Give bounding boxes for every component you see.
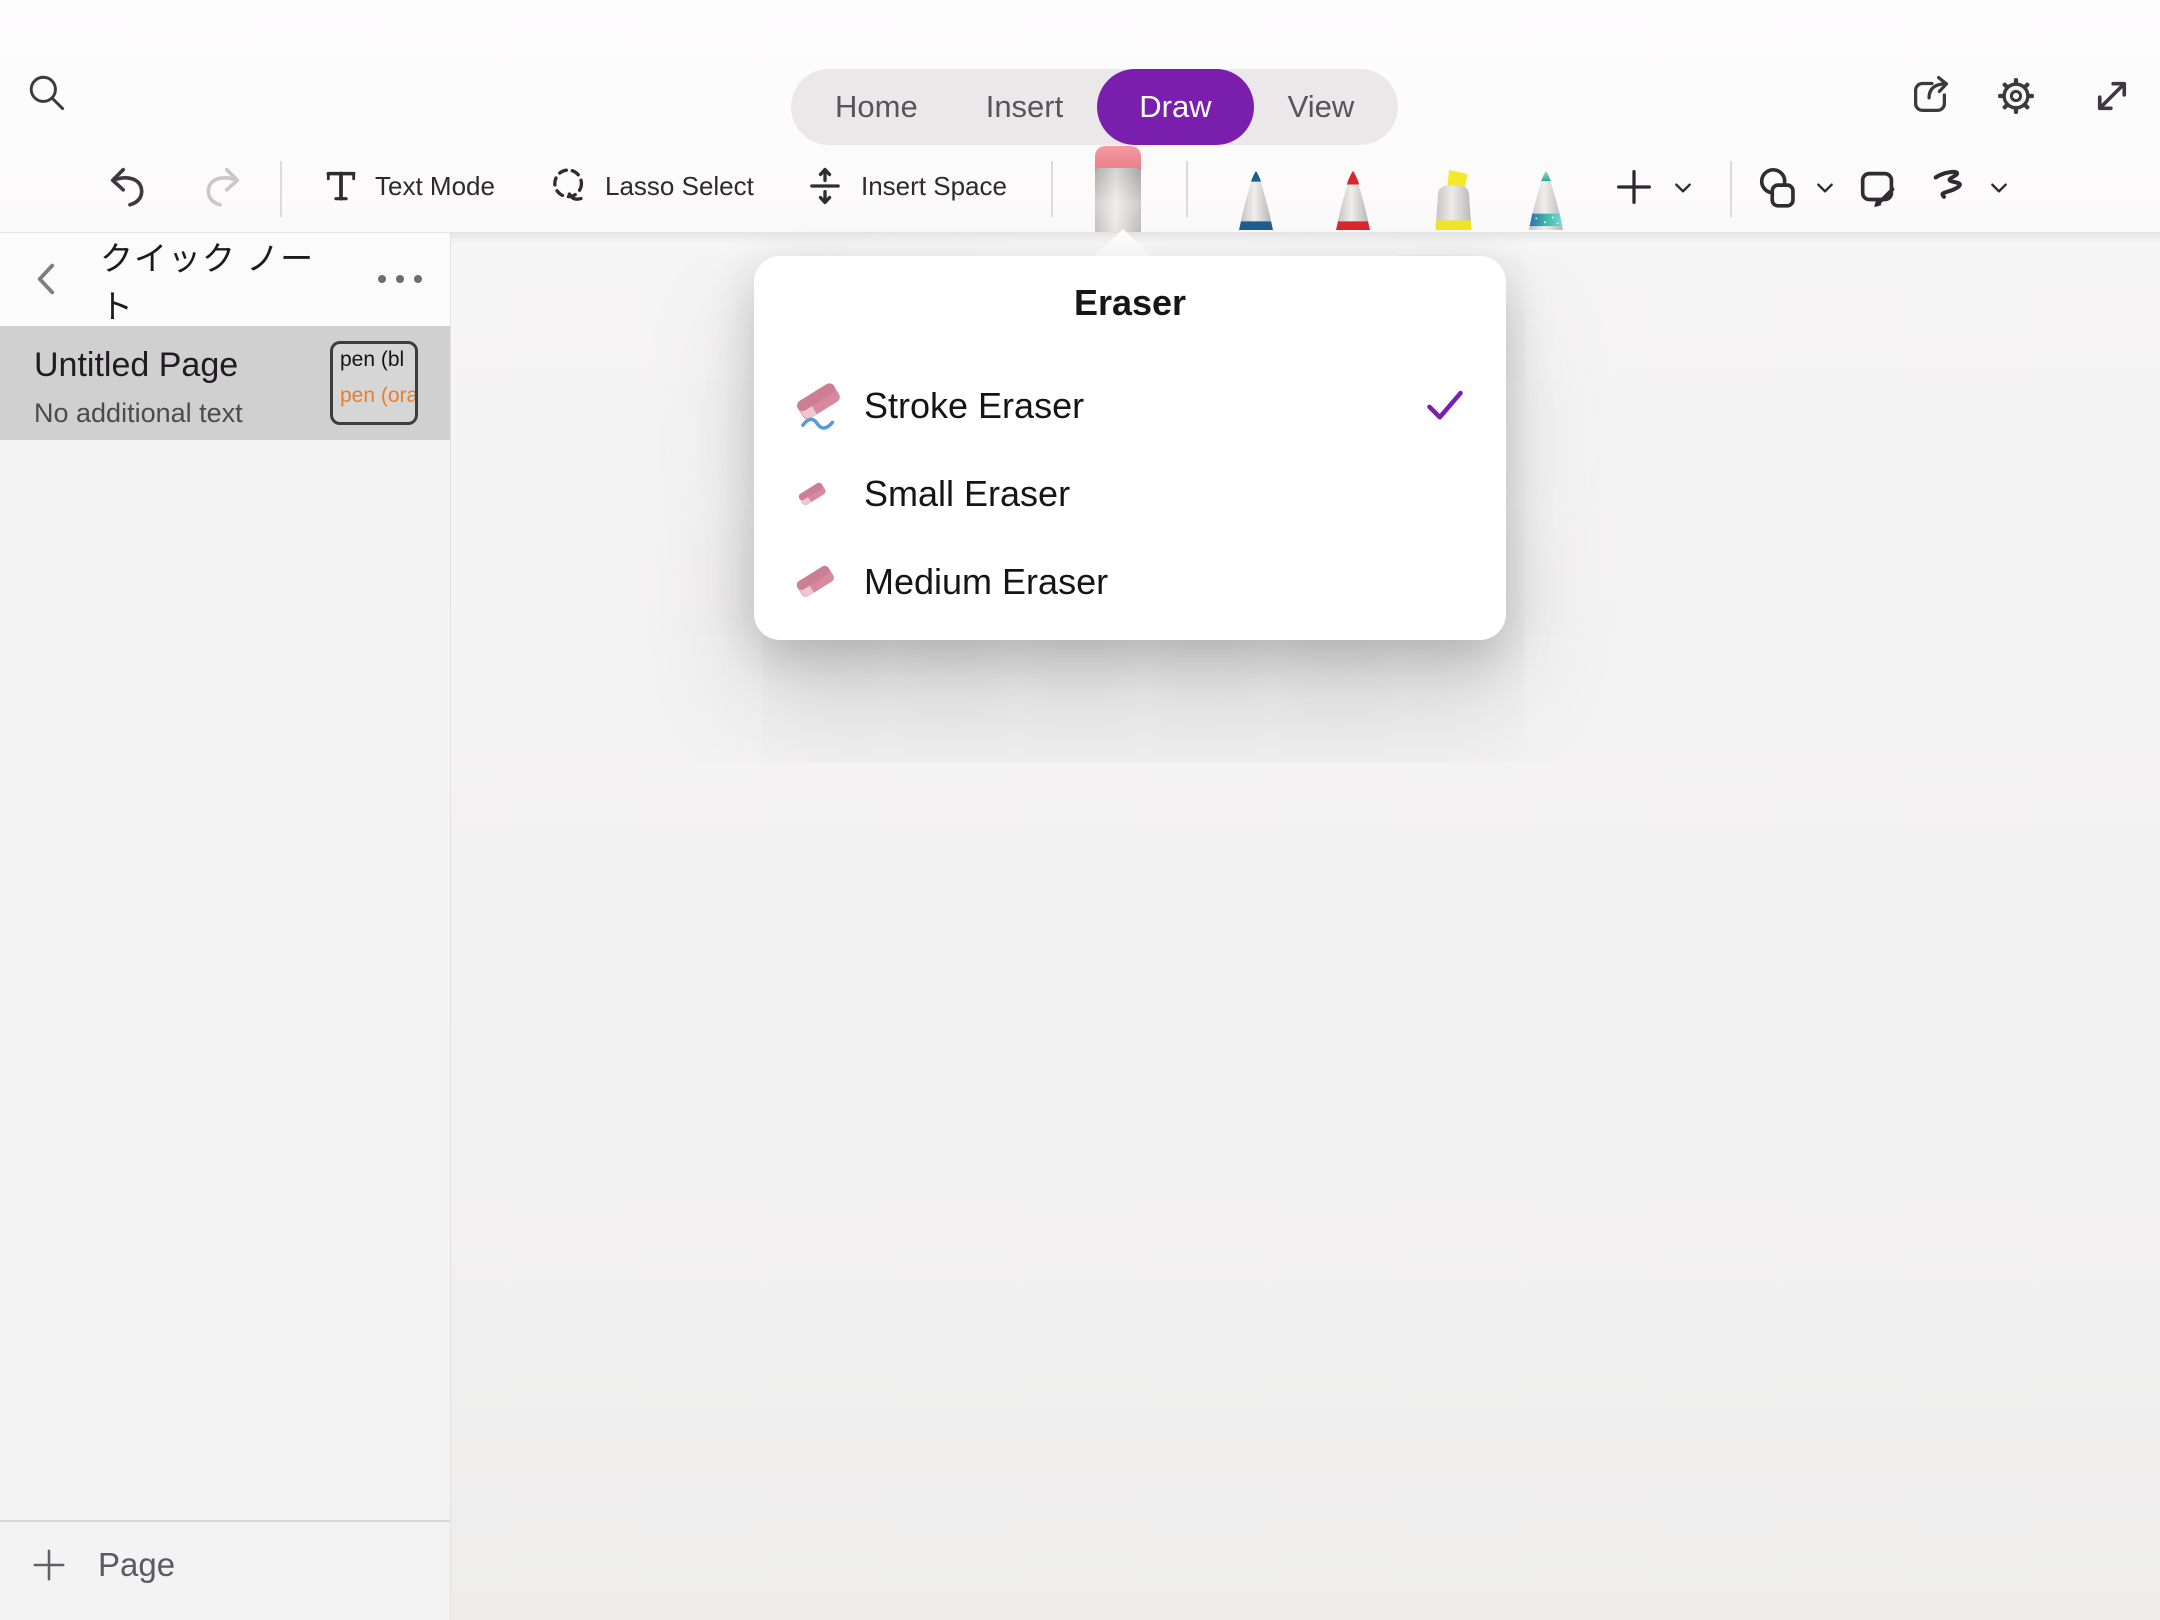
tab-insert[interactable]: Insert <box>952 69 1098 145</box>
notebook-title: クイック ノート <box>100 233 330 326</box>
chevron-left-icon <box>28 259 68 299</box>
eraser-menu-title: Eraser <box>754 282 1506 324</box>
top-chrome: Home Insert Draw View <box>0 0 2160 233</box>
insert-space-icon <box>804 165 846 207</box>
menu-item-stroke-eraser[interactable]: Stroke Eraser <box>790 374 1466 438</box>
yellow-highlighter-icon <box>1422 168 1484 232</box>
lasso-select-icon <box>548 165 590 207</box>
stroke-eraser-icon <box>790 380 852 432</box>
eraser-menu: Eraser Stroke Eraser <box>754 256 1506 640</box>
share-icon <box>1907 73 1953 119</box>
search-icon <box>25 71 69 115</box>
text-mode-icon <box>322 167 360 205</box>
settings-button[interactable] <box>1992 72 2040 120</box>
toolbar-divider <box>1051 161 1053 217</box>
chevron-down-icon <box>1813 180 1837 196</box>
tab-draw[interactable]: Draw <box>1097 69 1253 145</box>
toolbar-divider <box>1186 161 1188 217</box>
thumbnail-ink-line-black: pen (bl <box>340 348 415 372</box>
onenote-app: Home Insert Draw View <box>0 0 2160 1620</box>
insert-space-label: Insert Space <box>861 171 1007 202</box>
page-title: Untitled Page <box>34 346 238 385</box>
fullscreen-button[interactable] <box>2088 72 2136 120</box>
lasso-select-label: Lasso Select <box>605 171 754 202</box>
menu-item-label: Stroke Eraser <box>864 385 1084 427</box>
ellipsis-icon <box>374 271 426 287</box>
toolbar-divider <box>1730 161 1732 217</box>
eraser-body <box>1095 168 1141 232</box>
red-pen-icon <box>1330 168 1376 232</box>
add-pen-button[interactable] <box>1610 163 1658 211</box>
shapes-chevron-button[interactable] <box>1812 178 1838 198</box>
menu-item-label: Medium Eraser <box>864 561 1108 603</box>
eraser-tool-button[interactable] <box>1095 146 1141 232</box>
sidebar-header: クイック ノート <box>0 233 450 326</box>
chevron-down-icon <box>1987 180 2011 196</box>
yellow-highlighter-button[interactable] <box>1422 168 1484 232</box>
ink-note-button[interactable] <box>1854 164 1902 212</box>
page-list-sidebar: クイック ノート Untitled Page No additional tex… <box>0 233 451 1620</box>
shapes-icon <box>1755 165 1801 211</box>
menu-item-label: Small Eraser <box>864 473 1070 515</box>
add-pen-chevron-button[interactable] <box>1670 178 1696 198</box>
tab-home[interactable]: Home <box>801 69 952 145</box>
ink-replay-chevron-button[interactable] <box>1986 178 2012 198</box>
redo-button[interactable] <box>198 162 246 210</box>
chevron-down-icon <box>1671 180 1695 196</box>
text-mode-label: Text Mode <box>375 171 495 202</box>
scribble-icon <box>1929 165 1975 211</box>
add-page-button[interactable]: Page <box>30 1546 175 1584</box>
ink-replay-button[interactable] <box>1928 164 1976 212</box>
lasso-select-button[interactable]: Lasso Select <box>548 160 754 212</box>
red-pen-button[interactable] <box>1330 168 1376 232</box>
thumbnail-ink-line-orange: pen (ora <box>340 384 415 408</box>
galaxy-pen-button[interactable] <box>1523 168 1569 232</box>
medium-eraser-icon <box>790 559 852 605</box>
galaxy-pen-icon <box>1523 168 1569 232</box>
redo-icon <box>199 163 245 209</box>
undo-button[interactable] <box>104 162 152 210</box>
small-eraser-icon <box>790 474 852 514</box>
shapes-button[interactable] <box>1754 164 1802 212</box>
ink-note-icon <box>1855 165 1901 211</box>
search-button[interactable] <box>24 70 70 116</box>
share-button[interactable] <box>1906 72 1954 120</box>
expand-icon <box>2089 73 2135 119</box>
plus-icon <box>30 1546 68 1584</box>
ribbon-tabbar: Home Insert Draw View <box>791 69 1398 145</box>
toolbar-divider <box>280 161 282 217</box>
back-button[interactable] <box>26 257 70 301</box>
text-mode-button[interactable]: Text Mode <box>322 160 495 212</box>
blue-pen-icon <box>1233 168 1279 232</box>
page-subtitle: No additional text <box>34 398 243 429</box>
insert-space-button[interactable]: Insert Space <box>804 160 1007 212</box>
menu-item-medium-eraser[interactable]: Medium Eraser <box>790 550 1466 614</box>
page-list-item[interactable]: Untitled Page No additional text pen (bl… <box>0 326 450 440</box>
sidebar-footer: Page <box>0 1520 450 1620</box>
add-page-label: Page <box>98 1546 175 1584</box>
page-thumbnail: pen (bl pen (ora <box>330 341 418 425</box>
popover-arrow <box>1092 229 1154 258</box>
gear-icon <box>1993 73 2039 119</box>
blue-pen-button[interactable] <box>1233 168 1279 232</box>
undo-icon <box>105 163 151 209</box>
tab-view[interactable]: View <box>1254 69 1389 145</box>
plus-icon <box>1611 164 1657 210</box>
menu-item-small-eraser[interactable]: Small Eraser <box>790 462 1466 526</box>
notebook-more-button[interactable] <box>372 259 428 299</box>
check-icon <box>1424 387 1466 425</box>
